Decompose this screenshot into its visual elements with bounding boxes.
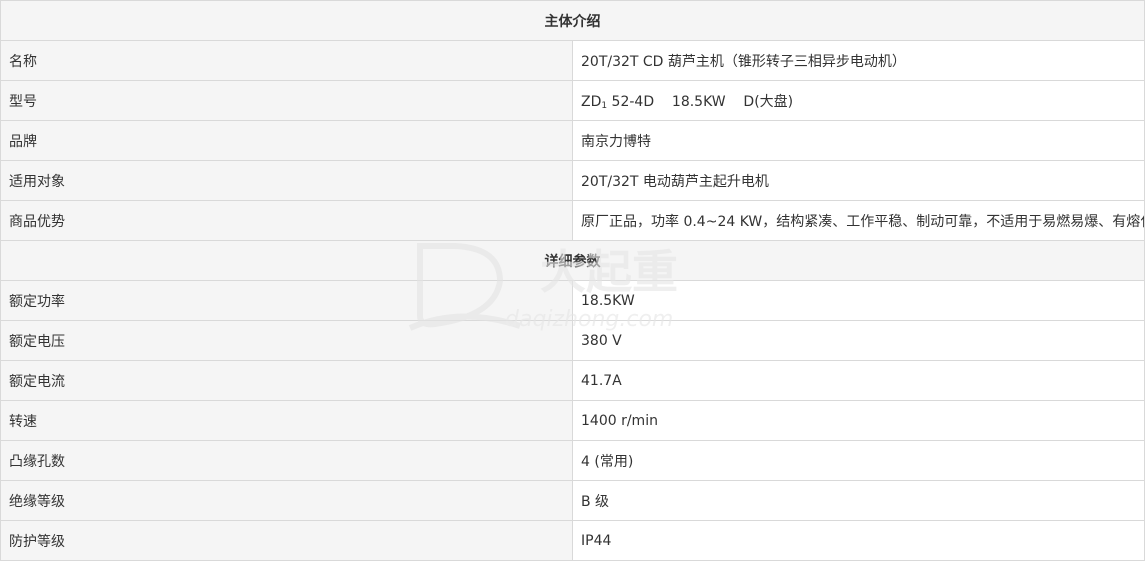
table-row: 凸缘孔数 4 (常用) xyxy=(0,440,1145,481)
row-label-name: 名称 xyxy=(0,40,573,81)
table-row: 商品优势 原厂正品，功率 0.4~24 KW，结构紧凑、工作平稳、制动可靠，不适… xyxy=(0,200,1145,241)
row-value-application: 20T/32T 电动葫芦主起升电机 xyxy=(572,160,1145,201)
table-row: 适用对象 20T/32T 电动葫芦主起升电机 xyxy=(0,160,1145,201)
section-header-params: 详细参数 xyxy=(0,240,1145,281)
row-label-rated-voltage: 额定电压 xyxy=(0,320,573,361)
table-row: 转速 1400 r/min xyxy=(0,400,1145,441)
model-suffix: 52-4D 18.5KW D(大盘) xyxy=(607,93,794,110)
table-row: 型号 ZD1 52-4D 18.5KW D(大盘) xyxy=(0,80,1145,121)
table-row: 防护等级 IP44 xyxy=(0,520,1145,561)
row-value-rated-power: 18.5KW xyxy=(572,280,1145,321)
row-value-name: 20T/32T CD 葫芦主机（锥形转子三相异步电动机） xyxy=(572,40,1145,81)
section-header-intro: 主体介绍 xyxy=(0,0,1145,41)
row-label-brand: 品牌 xyxy=(0,120,573,161)
row-value-insulation-class: B 级 xyxy=(572,480,1145,521)
table-row: 名称 20T/32T CD 葫芦主机（锥形转子三相异步电动机） xyxy=(0,40,1145,81)
row-value-speed: 1400 r/min xyxy=(572,400,1145,441)
row-value-flange-holes: 4 (常用) xyxy=(572,440,1145,481)
section-title-intro: 主体介绍 xyxy=(0,0,1145,41)
spec-table: 主体介绍 名称 20T/32T CD 葫芦主机（锥形转子三相异步电动机） 型号 … xyxy=(0,0,1145,561)
row-label-rated-current: 额定电流 xyxy=(0,360,573,401)
row-value-model: ZD1 52-4D 18.5KW D(大盘) xyxy=(572,80,1145,121)
row-value-protection-class: IP44 xyxy=(572,520,1145,561)
row-value-rated-voltage: 380 V xyxy=(572,320,1145,361)
section-title-params: 详细参数 xyxy=(0,240,1145,281)
row-value-advantages: 原厂正品，功率 0.4~24 KW，结构紧凑、工作平稳、制动可靠，不适用于易燃易… xyxy=(572,200,1145,241)
row-label-speed: 转速 xyxy=(0,400,573,441)
model-prefix: ZD xyxy=(581,93,602,110)
row-label-flange-holes: 凸缘孔数 xyxy=(0,440,573,481)
table-row: 额定电流 41.7A xyxy=(0,360,1145,401)
row-label-rated-power: 额定功率 xyxy=(0,280,573,321)
row-label-model: 型号 xyxy=(0,80,573,121)
row-value-rated-current: 41.7A xyxy=(572,360,1145,401)
table-row: 额定功率 18.5KW xyxy=(0,280,1145,321)
table-row: 额定电压 380 V xyxy=(0,320,1145,361)
table-row: 品牌 南京力博特 xyxy=(0,120,1145,161)
table-row: 绝缘等级 B 级 xyxy=(0,480,1145,521)
row-label-protection-class: 防护等级 xyxy=(0,520,573,561)
row-label-insulation-class: 绝缘等级 xyxy=(0,480,573,521)
row-label-application: 适用对象 xyxy=(0,160,573,201)
row-label-advantages: 商品优势 xyxy=(0,200,573,241)
row-value-brand: 南京力博特 xyxy=(572,120,1145,161)
